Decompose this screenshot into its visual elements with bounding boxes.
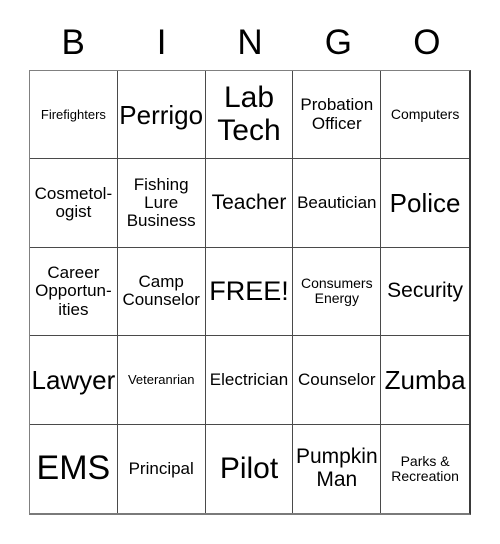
bingo-square[interactable]: Career Opportun- ities <box>30 247 118 337</box>
bingo-square-label: Cosmetol- ogist <box>34 183 113 222</box>
bingo-header: BINGO <box>29 14 471 70</box>
bingo-square-label: Counselor <box>298 369 376 389</box>
bingo-square-label: Pumpkin Man <box>295 445 378 491</box>
bingo-card: B I N G O Firefighters Perrigo Lab Tech Probati… <box>0 0 500 544</box>
bingo-square-label: Computers <box>390 106 460 123</box>
bingo-square[interactable]: Camp Counselor <box>117 247 206 337</box>
bingo-square-label: Consumers Energy <box>300 275 373 307</box>
bingo-header-letter: I <box>156 22 167 62</box>
bingo-square[interactable]: Probation Officer <box>293 71 382 160</box>
bingo-square[interactable]: Veteranrian <box>117 336 206 425</box>
bingo-square[interactable]: Firefighters <box>30 71 118 160</box>
bingo-square[interactable]: Parks & Recreation <box>381 424 469 513</box>
bingo-square[interactable]: Pilot <box>205 424 294 513</box>
bingo-square-label: Career Opportun- ities <box>35 262 112 319</box>
bingo-square[interactable]: Teacher <box>205 159 294 248</box>
bingo-square-label: Parks & Recreation <box>391 452 459 484</box>
bingo-grid: Firefighters Perrigo Lab Tech Probation Off… <box>29 70 471 515</box>
bingo-square-label: FREE! <box>209 275 289 306</box>
bingo-header-letter: G <box>324 22 353 62</box>
bingo-square[interactable]: Lab Tech <box>205 71 294 160</box>
bingo-square-label: EMS <box>36 449 111 488</box>
bingo-square[interactable]: Computers <box>381 71 469 160</box>
bingo-square-label: Pilot <box>219 451 279 485</box>
bingo-square[interactable]: Police <box>381 159 469 248</box>
bingo-square[interactable]: Principal <box>117 424 206 513</box>
bingo-square-label: Teacher <box>211 190 287 214</box>
bingo-square[interactable]: EMS <box>30 424 118 513</box>
bingo-square-label: Veteranrian <box>127 371 195 387</box>
bingo-square[interactable]: Consumers Energy <box>293 247 382 337</box>
bingo-square[interactable]: Pumpkin Man <box>293 424 382 513</box>
bingo-square-label: Probation Officer <box>300 95 374 133</box>
bingo-square[interactable]: Perrigo <box>117 71 206 160</box>
bingo-square-label: Security <box>387 279 464 303</box>
bingo-square[interactable]: Beautician <box>293 159 382 248</box>
bingo-square-label: Firefighters <box>40 106 106 122</box>
bingo-square-label: Zumba <box>384 364 466 395</box>
bingo-header-letter: B <box>61 22 85 62</box>
bingo-square-label: Lab Tech <box>217 81 281 147</box>
bingo-square[interactable]: Cosmetol- ogist <box>30 159 118 248</box>
bingo-square-label: Principal <box>128 458 194 478</box>
bingo-square[interactable]: Fishing Lure Business <box>117 159 206 248</box>
bingo-square-label: Electrician <box>209 369 289 389</box>
bingo-square-label: Police <box>389 188 461 219</box>
bingo-square[interactable]: Zumba <box>381 336 469 425</box>
bingo-header-letter: N <box>237 22 263 62</box>
bingo-square-label: Lawyer <box>31 364 116 395</box>
bingo-header-letter: O <box>413 22 441 62</box>
bingo-square-label: Beautician <box>297 192 377 212</box>
bingo-square[interactable]: Security <box>381 247 469 337</box>
bingo-square[interactable]: Counselor <box>293 336 382 425</box>
bingo-square-label: Fishing Lure Business <box>126 174 196 231</box>
bingo-square-label: Perrigo <box>119 99 204 130</box>
bingo-square-label: Camp Counselor <box>122 272 200 310</box>
bingo-square[interactable]: Lawyer <box>30 336 118 425</box>
bingo-square[interactable]: FREE! <box>205 247 294 337</box>
bingo-square[interactable]: Electrician <box>205 336 294 425</box>
